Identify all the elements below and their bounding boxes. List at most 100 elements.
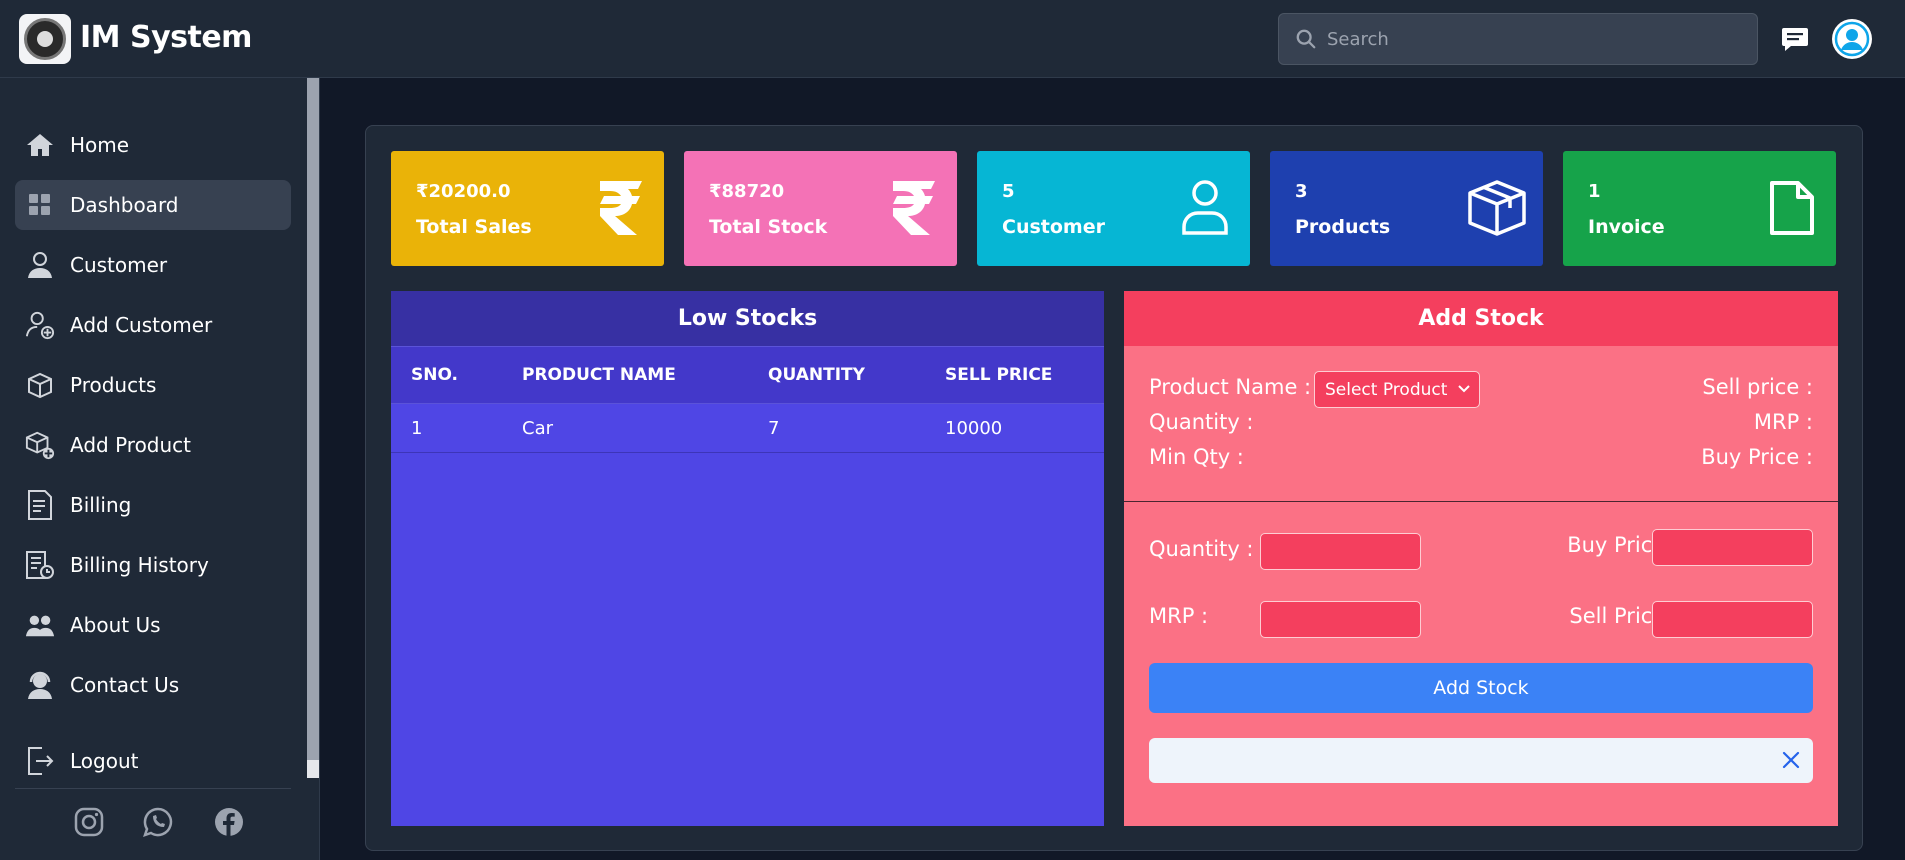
min-qty-label: Min Qty : [1149, 445, 1244, 469]
sidebar-item-add-product[interactable]: Add Product [15, 420, 291, 470]
sidebar-item-home[interactable]: Home [15, 120, 291, 170]
stat-label: Products [1295, 216, 1391, 238]
dashboard-icon [25, 190, 55, 220]
stat-label: Total Stock [709, 216, 828, 238]
box-icon [25, 370, 55, 400]
search-bar[interactable] [1278, 13, 1758, 65]
column-header: PRODUCT NAME [522, 365, 676, 385]
sidebar-item-label: Billing History [70, 553, 209, 577]
search-input[interactable] [1327, 14, 1747, 64]
stat-card-customer[interactable]: 5 Customer [977, 151, 1250, 266]
app-title: IM System [80, 20, 252, 55]
stat-card-total-stock[interactable]: ₹88720 Total Stock [684, 151, 957, 266]
sidebar-item-label: Add Product [70, 433, 192, 457]
table-cell: Car [522, 417, 553, 439]
chevron-down-icon [1457, 382, 1471, 396]
stat-label: Customer [1002, 216, 1105, 238]
stat-card-invoice[interactable]: 1 Invoice [1563, 151, 1836, 266]
user-icon [1180, 179, 1230, 235]
search-icon [1295, 28, 1317, 50]
message-icon[interactable] [1781, 26, 1809, 52]
product-name-label: Product Name : [1149, 375, 1312, 399]
stat-card-total-sales[interactable]: ₹20200.0 Total Sales [391, 151, 664, 266]
table-cell: 1 [411, 417, 423, 439]
logout-button[interactable]: Logout [15, 736, 291, 786]
billing-history-icon [25, 550, 55, 580]
sidebar-divider [15, 788, 291, 789]
app-logo[interactable] [19, 14, 71, 64]
add-product-icon [25, 430, 55, 460]
product-select-value: Select Product [1325, 379, 1448, 400]
sidebar-item-label: Customer [70, 253, 168, 277]
sidebar: Home Dashboard Customer Add Customer Pro… [0, 78, 320, 860]
user-avatar[interactable] [1832, 19, 1872, 59]
column-header: SELL PRICE [945, 365, 1053, 385]
sidebar-item-customer[interactable]: Customer [15, 240, 291, 290]
logout-label: Logout [70, 749, 139, 773]
sidebar-item-billing-history[interactable]: Billing History [15, 540, 291, 590]
sidebar-item-about-us[interactable]: About Us [15, 600, 291, 650]
close-icon[interactable] [1781, 750, 1801, 770]
sidebar-item-label: Products [70, 373, 157, 397]
sidebar-scrollbar-track-end [307, 760, 319, 778]
stat-label: Total Sales [416, 216, 532, 238]
sidebar-item-products[interactable]: Products [15, 360, 291, 410]
stat-card-products[interactable]: 3 Products [1270, 151, 1543, 266]
sidebar-item-label: Home [70, 133, 130, 157]
box-icon [1466, 179, 1528, 237]
sidebar-item-label: Billing [70, 493, 132, 517]
add-stock-panel: Add Stock Product Name : Select Product … [1124, 291, 1838, 826]
rupee-icon [598, 179, 644, 237]
column-header: QUANTITY [768, 365, 865, 385]
whatsapp-icon[interactable] [143, 807, 175, 839]
sidebar-item-label: Contact Us [70, 673, 180, 697]
contact-icon [25, 670, 55, 700]
stat-label: Invoice [1588, 216, 1665, 238]
buy-price-info-label: Buy Price : [1701, 445, 1813, 469]
buy-price-input[interactable] [1652, 529, 1813, 566]
mrp-input[interactable] [1260, 601, 1421, 638]
column-header: SNO. [411, 365, 459, 385]
sidebar-item-contact-us[interactable]: Contact Us [15, 660, 291, 710]
sell-price-input[interactable] [1652, 601, 1813, 638]
stat-value: 5 [1002, 181, 1015, 202]
stat-value: 3 [1295, 181, 1308, 202]
sidebar-item-dashboard[interactable]: Dashboard [15, 180, 291, 230]
alert-box [1149, 738, 1813, 783]
sell-price-info-label: Sell price : [1702, 375, 1813, 399]
stat-value: 1 [1588, 181, 1601, 202]
sidebar-item-label: Add Customer [70, 313, 213, 337]
quantity-info-label: Quantity : [1149, 410, 1254, 434]
table-cell: 10000 [945, 417, 1003, 439]
add-stock-title: Add Stock [1124, 291, 1838, 346]
sidebar-item-label: Dashboard [70, 193, 179, 217]
stat-value: ₹88720 [709, 181, 785, 202]
facebook-icon[interactable] [214, 807, 246, 839]
stat-value: ₹20200.0 [416, 181, 511, 202]
file-icon [1768, 179, 1816, 237]
instagram-icon[interactable] [74, 807, 106, 839]
rupee-icon [891, 179, 937, 237]
sidebar-scrollbar[interactable] [307, 78, 319, 778]
sidebar-item-add-customer[interactable]: Add Customer [15, 300, 291, 350]
home-icon [25, 130, 55, 160]
sidebar-item-billing[interactable]: Billing [15, 480, 291, 530]
logout-icon [25, 746, 55, 776]
customer-icon [25, 250, 55, 280]
quantity-input[interactable] [1260, 533, 1421, 570]
sidebar-item-label: About Us [70, 613, 161, 637]
billing-icon [25, 490, 55, 520]
about-icon [25, 610, 55, 640]
add-stock-divider [1124, 501, 1838, 502]
product-select[interactable]: Select Product [1314, 371, 1480, 408]
low-stocks-title: Low Stocks [391, 291, 1104, 346]
low-stocks-panel: Low Stocks SNO. PRODUCT NAME QUANTITY SE… [391, 291, 1104, 826]
add-stock-button[interactable]: Add Stock [1149, 663, 1813, 713]
quantity-field-label: Quantity : [1149, 537, 1254, 561]
top-header: IM System [0, 0, 1905, 78]
low-stocks-header: SNO. PRODUCT NAME QUANTITY SELL PRICE [391, 346, 1104, 403]
mrp-info-label: MRP : [1753, 410, 1813, 434]
add-customer-icon [25, 310, 55, 340]
table-row[interactable]: 1 Car 7 10000 [391, 403, 1104, 453]
table-cell: 7 [768, 417, 780, 439]
